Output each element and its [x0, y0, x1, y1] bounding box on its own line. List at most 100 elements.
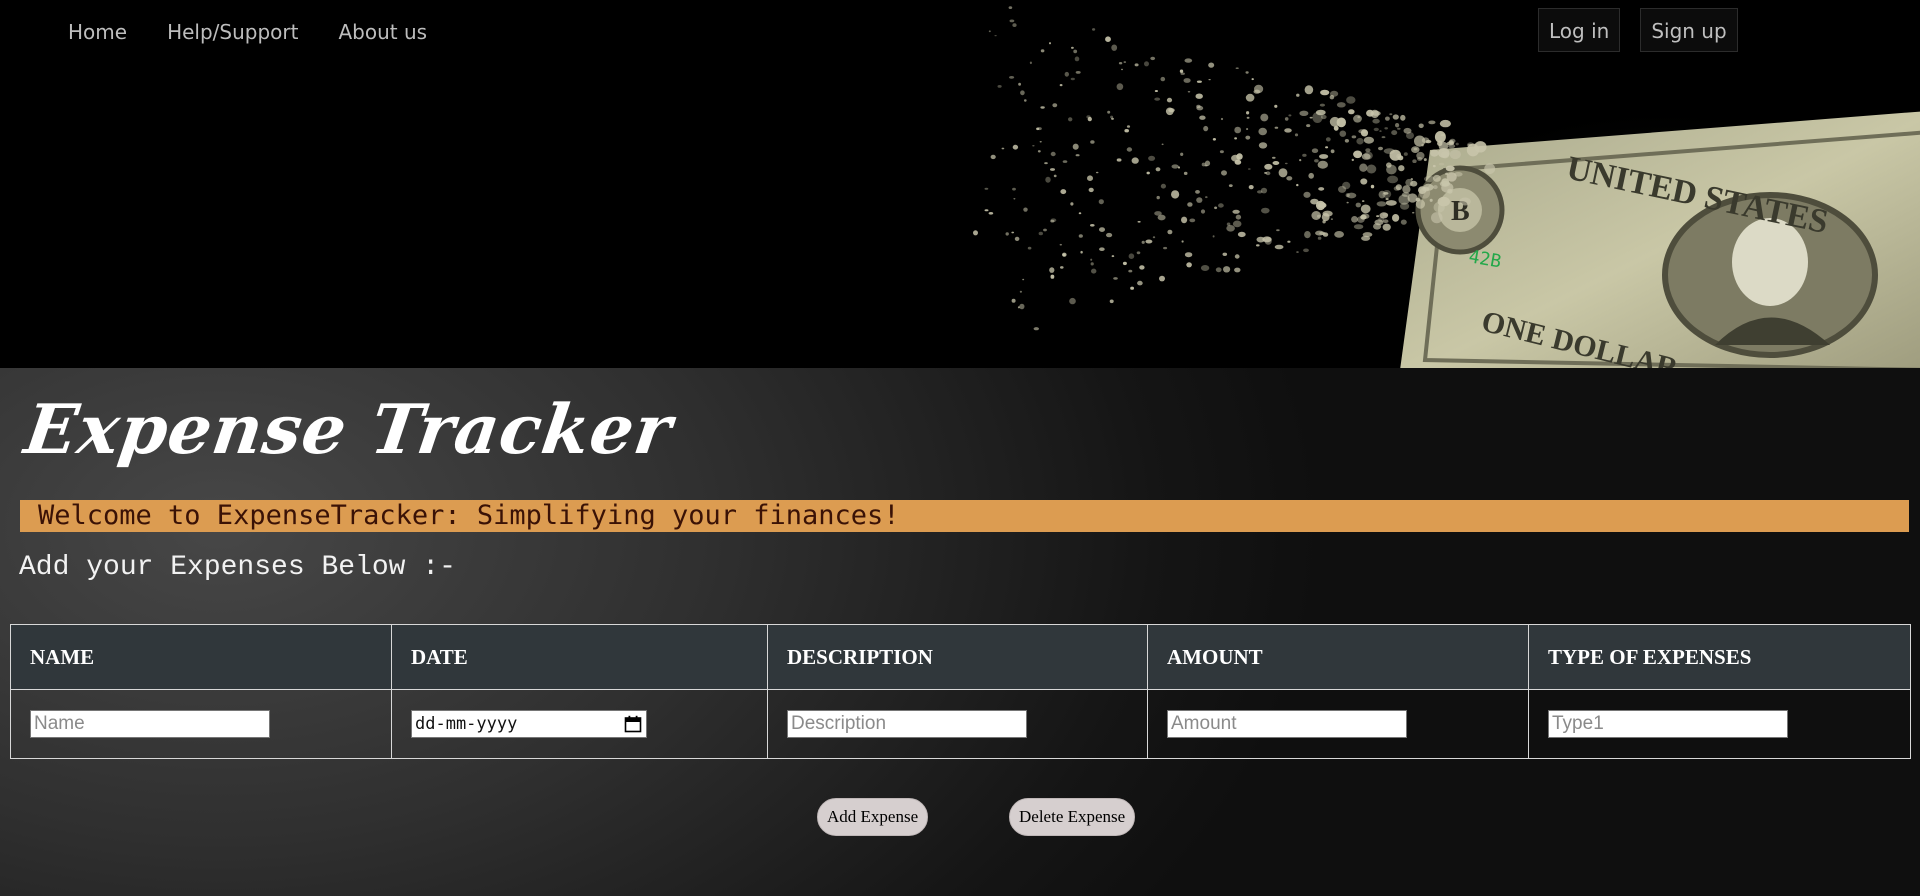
- top-nav: Home Help/Support About us: [48, 0, 447, 64]
- bill-particle: [1106, 232, 1113, 238]
- bill-particle: [1181, 240, 1184, 243]
- bill-particle: [1044, 162, 1048, 165]
- bill-particle: [1019, 290, 1023, 293]
- description-input[interactable]: [787, 710, 1027, 738]
- bill-particle: [1466, 143, 1480, 157]
- bill-particle: [1018, 82, 1021, 86]
- bill-particle: [1234, 254, 1240, 259]
- bill-particle: [1146, 171, 1150, 175]
- bill-particle: [1109, 299, 1114, 304]
- bill-particle: [1050, 168, 1055, 171]
- bill-particle: [984, 209, 989, 212]
- auth-buttons: Log in Sign up: [1538, 8, 1738, 52]
- bill-particle: [1383, 192, 1389, 195]
- bill-particle: [1019, 303, 1025, 310]
- bill-particle: [1351, 216, 1358, 223]
- bill-particle: [1447, 188, 1453, 194]
- bill-particle: [1200, 265, 1210, 271]
- bill-particle: [1171, 164, 1179, 169]
- bill-particle: [1199, 115, 1206, 120]
- bill-particle: [1163, 246, 1168, 250]
- bill-particle: [1180, 72, 1185, 75]
- bill-particle: [1379, 212, 1389, 219]
- bill-particle: [1251, 78, 1254, 81]
- bill-particle: [1222, 252, 1228, 256]
- bill-particle: [1009, 76, 1015, 79]
- bill-particle: [1296, 183, 1299, 187]
- type-input[interactable]: [1548, 710, 1788, 738]
- nav-help-support-link[interactable]: Help/Support: [147, 0, 318, 64]
- bill-particle: [1116, 83, 1124, 91]
- bill-particle: [1376, 201, 1387, 207]
- bill-particle: [1039, 141, 1042, 143]
- bill-particle: [1187, 91, 1191, 93]
- bill-particle: [1137, 280, 1143, 286]
- login-button[interactable]: Log in: [1538, 8, 1621, 52]
- name-input[interactable]: [30, 710, 270, 738]
- bill-particle: [1033, 327, 1040, 331]
- bill-particle: [1223, 266, 1231, 273]
- bill-particle: [1376, 215, 1380, 218]
- bill-particle: [1136, 251, 1141, 255]
- bill-particle: [1234, 126, 1242, 134]
- bill-particle: [1068, 117, 1073, 122]
- nav-about-us-link[interactable]: About us: [318, 0, 447, 64]
- bill-particle: [1128, 269, 1133, 273]
- bill-particle: [1029, 61, 1032, 65]
- bill-particle: [1137, 221, 1141, 223]
- bill-particle: [1090, 262, 1094, 266]
- bill-particle: [1247, 168, 1251, 170]
- bill-particle: [1317, 236, 1322, 240]
- bill-particle: [1412, 159, 1417, 163]
- bill-particle: [1111, 117, 1114, 120]
- bill-particle: [1150, 56, 1156, 61]
- bill-particle: [1351, 158, 1355, 162]
- bill-particle: [1348, 109, 1355, 115]
- bill-particle: [1422, 186, 1430, 192]
- bill-particle: [997, 85, 1002, 88]
- bill-particle: [1287, 240, 1291, 243]
- bill-particle: [1009, 19, 1015, 23]
- bill-particle: [1128, 253, 1135, 259]
- bill-particle: [1274, 126, 1279, 129]
- signup-button[interactable]: Sign up: [1640, 8, 1738, 52]
- bill-particle: [1437, 196, 1451, 207]
- bill-particle: [1358, 129, 1367, 134]
- bill-particle: [1319, 103, 1325, 107]
- bill-particle: [1090, 258, 1093, 261]
- cell-amount: [1147, 689, 1529, 759]
- bill-particle: [1299, 110, 1309, 117]
- bill-particle: [1330, 149, 1335, 154]
- bill-particle: [1296, 93, 1300, 97]
- bill-particle: [1184, 58, 1193, 63]
- bill-particle: [1254, 84, 1264, 94]
- amount-input[interactable]: [1167, 710, 1407, 738]
- bill-particle: [1403, 152, 1408, 156]
- bill-particle: [1245, 93, 1255, 102]
- bill-particle: [1184, 252, 1193, 258]
- bill-particle: [1288, 114, 1292, 117]
- bill-particle: [1429, 198, 1433, 202]
- calendar-icon[interactable]: [624, 715, 642, 733]
- bill-particle: [1130, 286, 1134, 290]
- bill-particle: [1050, 218, 1057, 222]
- bill-particle: [1418, 123, 1424, 129]
- bill-particle: [1189, 218, 1196, 223]
- bill-particle: [1195, 93, 1203, 99]
- nav-home-link[interactable]: Home: [48, 0, 147, 64]
- bill-particle: [1308, 172, 1314, 179]
- bill-particle: [1314, 159, 1319, 163]
- add-expense-button[interactable]: Add Expense: [817, 798, 929, 836]
- bill-particle: [1260, 187, 1268, 194]
- bill-particle: [1060, 266, 1064, 269]
- bill-particle: [1382, 223, 1391, 231]
- bill-particle: [1234, 159, 1242, 165]
- bill-particle: [1284, 128, 1292, 133]
- date-input[interactable]: dd-mm-yyyy: [411, 710, 647, 738]
- bill-particle: [1365, 148, 1371, 153]
- bill-particle: [1359, 163, 1368, 172]
- bill-particle: [1074, 56, 1080, 62]
- bill-particle: [1218, 203, 1224, 208]
- delete-expense-button[interactable]: Delete Expense: [1009, 798, 1136, 836]
- bill-particle: [1050, 274, 1055, 279]
